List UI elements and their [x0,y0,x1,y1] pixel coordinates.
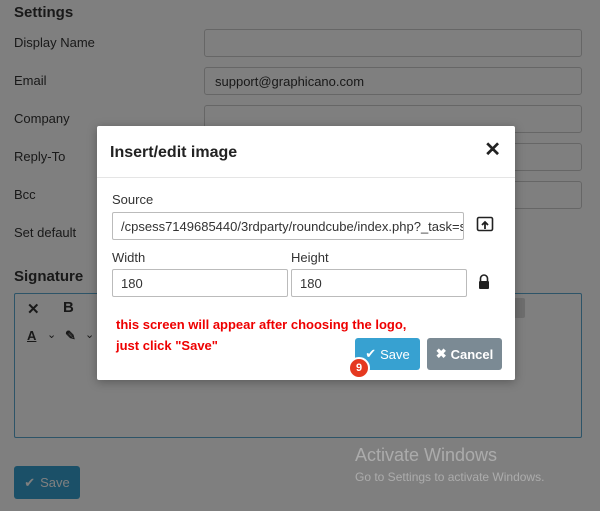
watermark-line2: Go to Settings to activate Windows. [355,470,545,484]
dialog-cancel-label: Cancel [450,346,494,362]
upload-icon[interactable] [476,215,494,233]
dialog-cancel-button[interactable]: ✖ Cancel [427,338,502,370]
step-number-badge: 9 [348,357,370,379]
source-label: Source [112,192,154,207]
height-input[interactable]: 180 [291,269,467,297]
cancel-x-icon: ✖ [435,346,447,361]
instruction-note-line2: just click "Save" [116,338,218,353]
instruction-note-line1: this screen will appear after choosing t… [116,317,407,332]
width-label: Width [112,250,146,265]
height-label: Height [291,250,329,265]
close-icon[interactable]: ✕ [484,140,501,160]
windows-watermark: Activate Windows Go to Settings to activ… [355,445,544,484]
watermark-line1: Activate Windows [355,445,498,465]
width-input[interactable]: 180 [112,269,288,297]
lock-icon[interactable] [477,274,491,290]
dialog-divider [97,177,515,178]
insert-image-dialog: Insert/edit image ✕ Source /cpsess714968… [97,126,515,380]
dialog-save-label: Save [380,346,410,362]
dialog-title: Insert/edit image [110,144,238,161]
source-input[interactable]: /cpsess7149685440/3rdparty/roundcube/ind… [112,212,464,240]
